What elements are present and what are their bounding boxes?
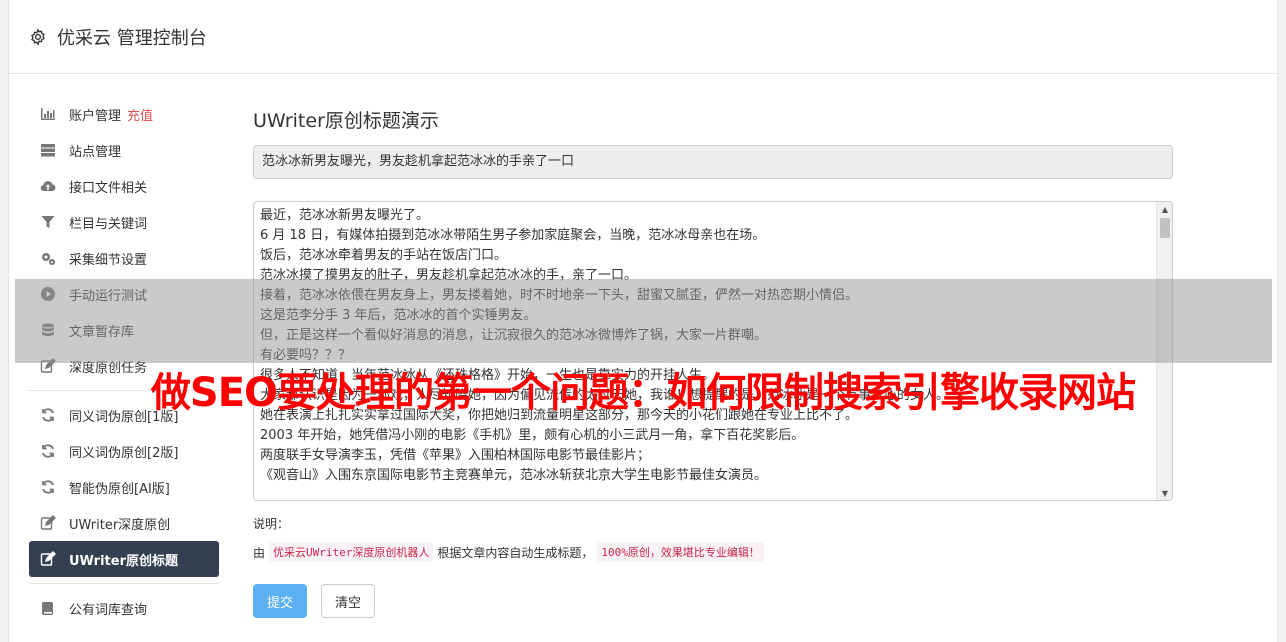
sidebar-item-label: 站点管理 [69,144,122,160]
book-icon [39,599,57,617]
server-icon [39,141,57,159]
article-line: 饭后，范冰冰牵着男友的手站在饭店门口。 [260,248,508,263]
recharge-link[interactable]: 充值 [127,105,153,124]
gear-icon [31,28,45,46]
scroll-thumb[interactable] [1160,218,1170,238]
sidebar-item-collect-settings[interactable]: 采集细节设置 [29,240,219,276]
article-line: 两度联手女导演李玉，凭借《苹果》入围柏林国际电影节最佳影片； [260,448,651,463]
action-buttons: 提交 清空 [253,584,1173,618]
nav-divider [29,583,219,584]
brand: 优采云 管理控制台 [29,24,207,50]
generated-title-field[interactable]: 范冰冰新男友曝光，男友趁机拿起范冰冰的手亲了一口 [253,145,1173,179]
article-line: 6 月 18 日，有媒体拍摄到范冰冰带陌生男子参加家庭聚会，当晚，范冰冰母亲也在… [260,228,766,243]
refresh-icon [39,478,57,496]
article-line: 2003 年开始，她凭借冯小刚的电影《手机》里，颇有心机的小三武月一角，拿下百花… [260,428,805,443]
article-line: 《观音山》入围东京国际电影节主竞赛单元，范冰冰斩获北京大学生电影节最佳女演员。 [260,468,768,483]
page-title: UWriter原创标题演示 [253,110,439,132]
note-prefix: 由 [253,545,266,560]
overlay-headline: 做SEO要处理的第一个问题：如何限制搜索引擎收录网站 [150,370,1136,416]
overlay-band [15,279,1272,363]
sidebar-item-label: 采集细节设置 [69,252,148,268]
note-line: 由 优采云UWriter深度原创机器人 根据文章内容自动生成标题， 100%原创… [253,542,1173,562]
sidebar-item-label: 栏目与关键词 [69,216,148,232]
sidebar-item-label: 智能伪原创[AI版] [69,481,170,497]
top-bar: 优采云 管理控制台 [9,0,1277,74]
robot-tag: 优采云UWriter深度原创机器人 [269,542,434,562]
article-line: 最近，范冰冰新男友曝光了。 [260,208,430,223]
original-tag: 100%原创，效果堪比专业编辑！ [597,542,764,562]
bar-chart-icon [39,105,57,123]
clear-button[interactable]: 清空 [321,584,375,618]
sidebar-item-account[interactable]: 账户管理 充值 [29,96,219,132]
cogs-icon [39,249,57,267]
scroll-up-arrow-icon[interactable]: ▲ [1157,202,1172,216]
scroll-down-arrow-icon[interactable]: ▼ [1157,486,1172,500]
sidebar-item-columns[interactable]: 栏目与关键词 [29,204,219,240]
sidebar-item-label: 接口文件相关 [69,180,148,196]
cloud-upload-icon [39,177,57,195]
sidebar-item-uwriter-title[interactable]: UWriter原创标题 [29,541,219,577]
edit-icon [39,550,57,568]
sidebar-item-label: 公有词库查询 [69,602,148,618]
sidebar-item-label: UWriter原创标题 [69,553,178,569]
sidebar-item-sites[interactable]: 站点管理 [29,132,219,168]
refresh-icon [39,442,57,460]
note-middle: 根据文章内容自动生成标题， [437,545,594,560]
sidebar-item-uwriter-deep[interactable]: UWriter深度原创 [29,505,219,541]
sidebar-item-synonym-v2[interactable]: 同义词伪原创[2版] [29,433,219,469]
sidebar-item-label: 同义词伪原创[2版] [69,445,179,461]
note-label: 说明： [253,517,290,531]
edit-icon [39,514,57,532]
submit-button[interactable]: 提交 [253,584,307,618]
sidebar-item-public-lexicon[interactable]: 公有词库查询 [29,590,219,626]
app-title: 优采云 管理控制台 [57,28,207,49]
sidebar-item-label: 账户管理 [69,108,122,124]
filter-icon [39,213,57,231]
sidebar-item-label: UWriter深度原创 [69,517,171,533]
sidebar-item-interface[interactable]: 接口文件相关 [29,168,219,204]
sidebar-item-ai-rewrite[interactable]: 智能伪原创[AI版] [29,469,219,505]
